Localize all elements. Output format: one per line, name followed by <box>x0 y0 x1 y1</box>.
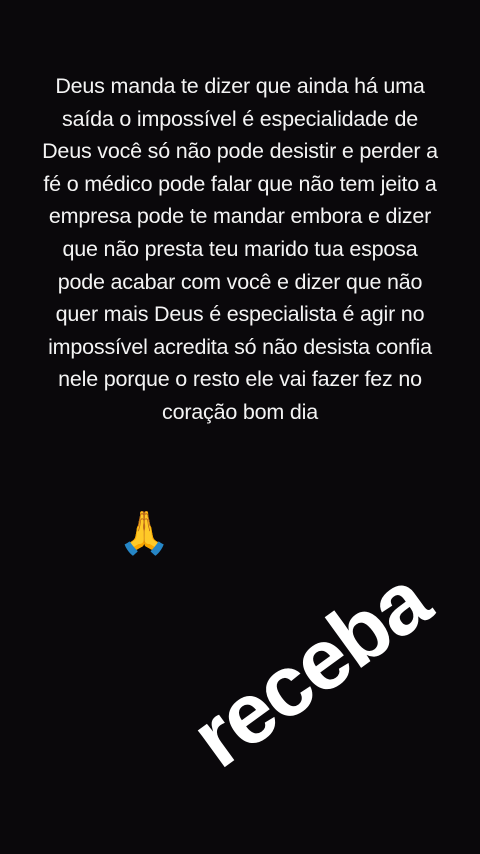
story-text-line: quer mais Deus é especialista é agir no <box>55 302 425 327</box>
story-text-line: Deus você só não pode desistir e perder … <box>42 139 438 164</box>
story-canvas: Deus manda te dizer que ainda há uma saí… <box>0 0 480 854</box>
praying-hands-icon: 🙏 <box>118 509 171 556</box>
story-text-line: pode acabar com você e dizer que não <box>57 269 423 294</box>
receba-sticker: receba <box>174 552 446 786</box>
story-text-line: Deus manda te dizer que ainda há uma <box>55 74 425 98</box>
story-text: Deus manda te dizer que ainda há uma saí… <box>34 70 446 429</box>
story-text-line: fé o médico pode falar que não tem jeito… <box>43 171 437 196</box>
story-text-line: empresa pode te mandar embora e dizer <box>48 204 432 229</box>
story-text-line: nele porque o resto ele vai fazer fez no <box>58 367 422 392</box>
story-text-line: que não presta teu marido tua esposa <box>62 236 418 261</box>
story-text-line: coração bom dia <box>162 399 318 424</box>
story-text-line: saída o impossível é especialidade de <box>62 106 418 131</box>
story-text-line: impossível acredita só não desista confi… <box>48 334 432 359</box>
